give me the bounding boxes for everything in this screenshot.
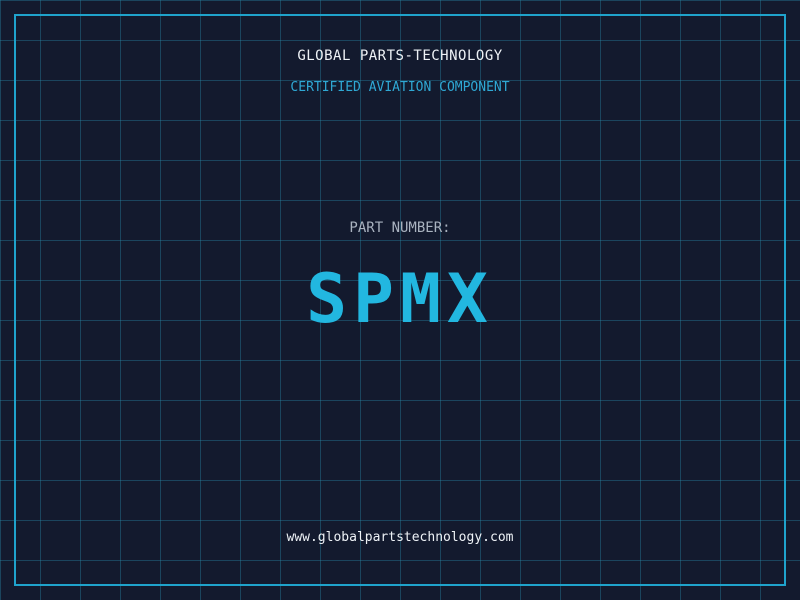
company-name: GLOBAL PARTS-TECHNOLOGY	[297, 48, 503, 64]
part-number-value: SPMX	[306, 260, 494, 339]
tagline: CERTIFIED AVIATION COMPONENT	[290, 80, 510, 95]
website-url: www.globalpartstechnology.com	[286, 530, 514, 545]
part-number-label: PART NUMBER:	[349, 220, 451, 236]
